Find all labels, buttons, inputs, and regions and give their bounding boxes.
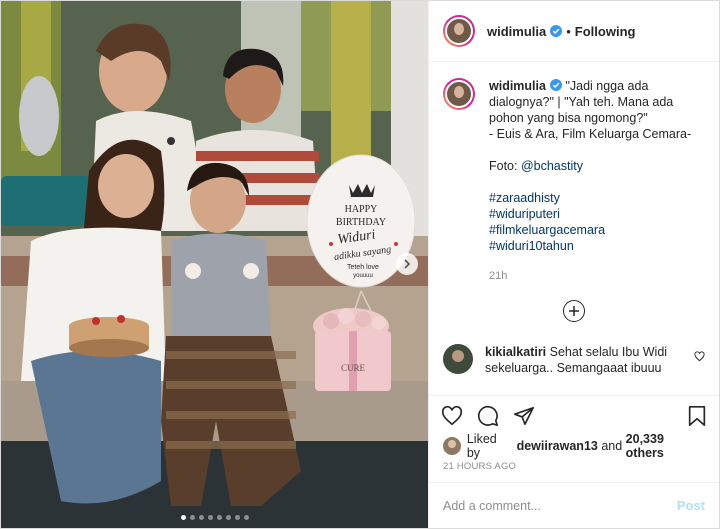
bookmark-icon	[688, 405, 706, 426]
load-more-comments-button[interactable]	[443, 300, 705, 322]
hashtag-list: #zaraadhisty #widuriputeri #filmkeluarga…	[489, 190, 705, 254]
header-separator: •	[566, 23, 571, 39]
carousel-dots	[1, 515, 428, 520]
caption-body: widimulia "Jadi ngga ada dialognya?" | "…	[489, 78, 705, 284]
carousel-dot	[207, 515, 213, 520]
post-header: widimulia • Following	[429, 1, 719, 62]
like-button[interactable]	[441, 405, 463, 427]
likes-summary: Liked by dewiirawan13 and 20,339 others	[429, 432, 719, 460]
photo-credit-link[interactable]: @bchastity	[521, 159, 583, 173]
post-comment-button[interactable]: Post	[677, 498, 705, 513]
caption-time[interactable]: 21h	[489, 268, 705, 284]
photo-illustration: HAPPY BIRTHDAY Widuri adikku sayang Tete…	[1, 1, 428, 528]
balloon-text-love: Teteh love	[347, 264, 379, 271]
comment-icon	[477, 405, 498, 426]
verified-badge-icon	[549, 79, 562, 91]
post-sidebar: widimulia • Following widimulia "Jadi ng…	[428, 1, 719, 528]
carousel-dot	[216, 515, 222, 520]
post-timestamp[interactable]: 21 HOURS AGO	[429, 457, 719, 482]
carousel-dot	[189, 515, 195, 520]
next-photo-button[interactable]	[396, 253, 418, 275]
hashtag-link[interactable]: #zaraadhisty	[489, 190, 705, 206]
commenter-avatar[interactable]	[443, 344, 473, 374]
carousel-dot	[234, 515, 240, 520]
comments-section: widimulia "Jadi ngga ada dialognya?" | "…	[429, 62, 719, 395]
carousel-dot	[225, 515, 231, 520]
post-photo[interactable]: HAPPY BIRTHDAY Widuri adikku sayang Tete…	[1, 1, 428, 528]
heart-icon	[441, 405, 463, 425]
balloon-text-happy: HAPPY	[345, 204, 378, 215]
add-comment-bar: Post	[429, 482, 719, 528]
save-button[interactable]	[687, 405, 707, 427]
hashtag-link[interactable]: #widuri10tahun	[489, 238, 705, 254]
following-button[interactable]: Following	[575, 24, 636, 39]
action-bar	[429, 395, 719, 435]
share-button[interactable]	[513, 405, 535, 427]
liker-username[interactable]: dewiirawan13	[517, 439, 598, 453]
carousel-dot	[198, 515, 204, 520]
plus-circle-icon	[563, 300, 585, 322]
comment-input[interactable]	[443, 498, 677, 513]
liker-avatar[interactable]	[443, 437, 461, 455]
comment-like-button[interactable]	[694, 349, 705, 367]
instagram-post: HAPPY BIRTHDAY Widuri adikku sayang Tete…	[0, 0, 720, 529]
caption-username[interactable]: widimulia	[489, 79, 546, 93]
likes-prefix: Liked by	[466, 432, 497, 460]
likes-count[interactable]: 20,339 others	[626, 432, 705, 460]
comment-text: kikialkatiri Sehat selalu Ibu Widi sekel…	[485, 344, 686, 376]
comment-item: kikialkatiri Sehat selalu Ibu Widi sekel…	[443, 344, 705, 376]
photo-credit-label: Foto:	[489, 159, 521, 173]
caption: widimulia "Jadi ngga ada dialognya?" | "…	[443, 78, 705, 284]
hashtag-link[interactable]: #widuriputeri	[489, 206, 705, 222]
caption-avatar[interactable]	[443, 78, 475, 110]
balloon-text-you: youuuu	[353, 273, 373, 279]
share-icon	[514, 406, 534, 425]
comment-button[interactable]	[477, 405, 499, 427]
heart-icon	[694, 351, 705, 362]
likes-and: and	[597, 439, 626, 453]
author-avatar[interactable]	[443, 15, 475, 47]
balloon-text-birthday: BIRTHDAY	[336, 217, 386, 228]
commenter-username[interactable]: kikialkatiri	[485, 345, 546, 359]
author-username[interactable]: widimulia	[487, 24, 546, 39]
carousel-dot	[180, 515, 186, 520]
box-label: CURE	[341, 363, 366, 373]
hashtag-link[interactable]: #filmkeluargacemara	[489, 222, 705, 238]
carousel-dot	[243, 515, 249, 520]
chevron-right-icon	[404, 259, 411, 269]
verified-badge-icon	[550, 25, 563, 37]
